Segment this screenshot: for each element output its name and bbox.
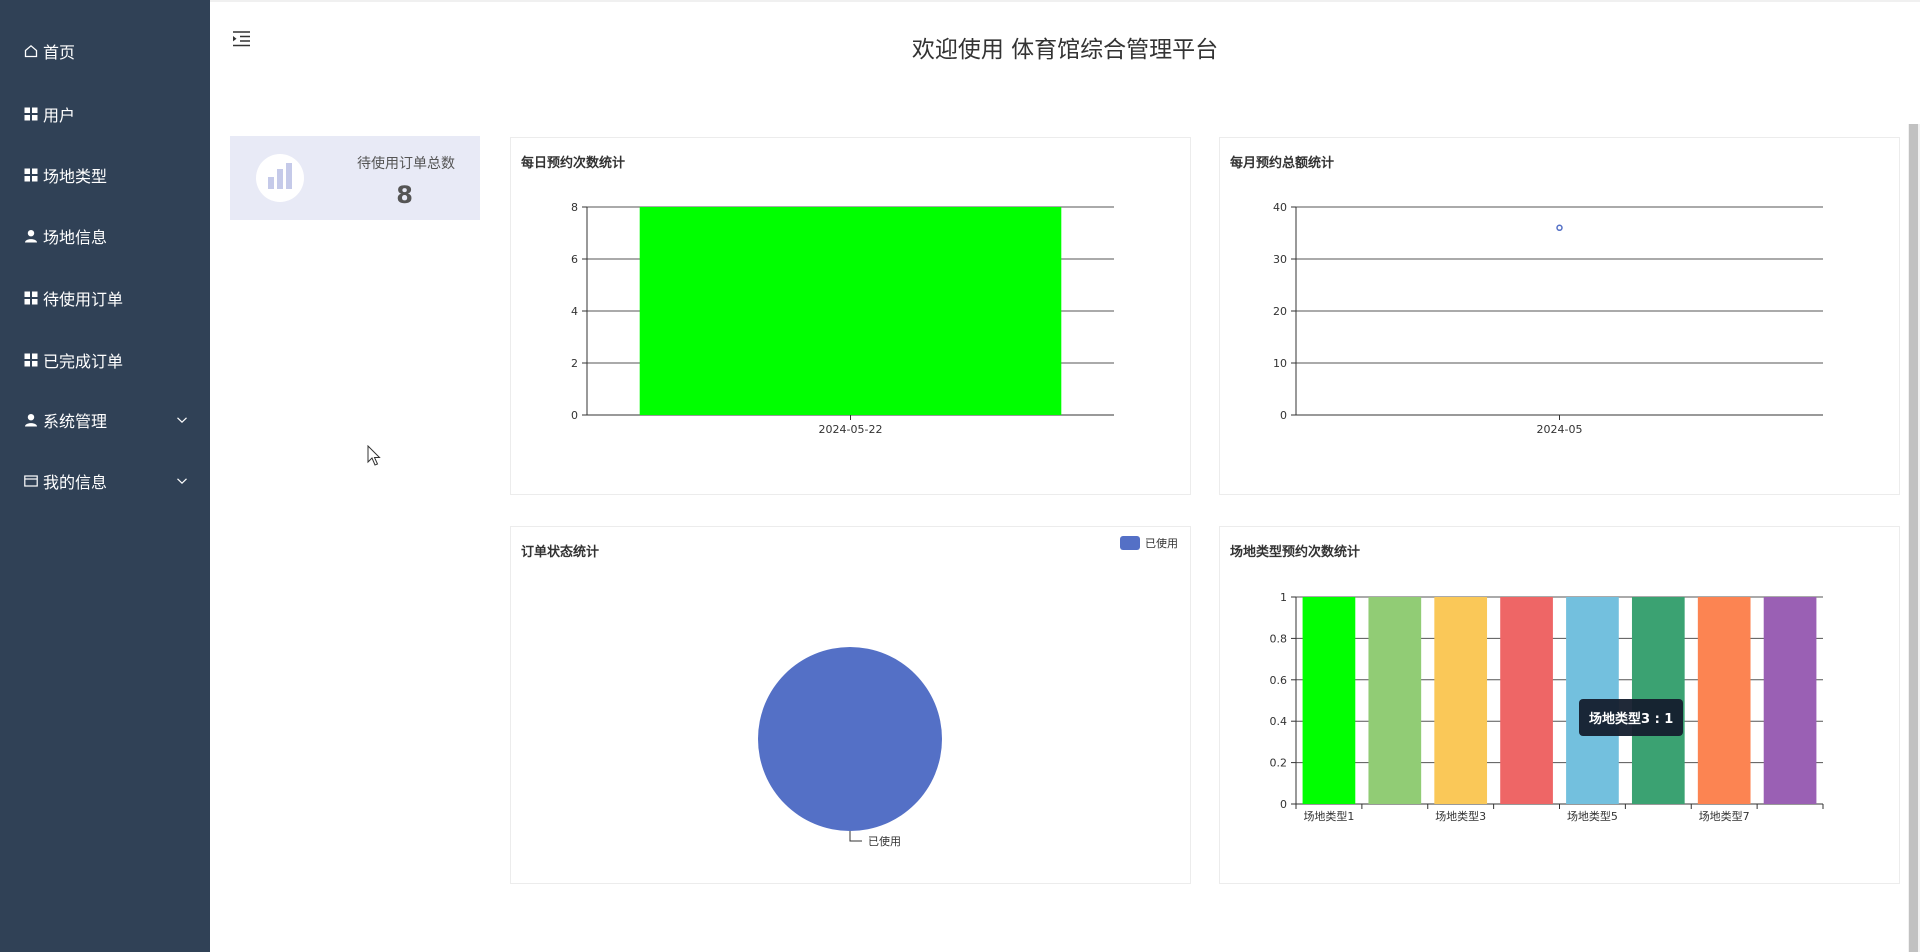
panel-venue-type-bookings: 场地类型预约次数统计 0 0.2 0.4 0.6 0.8 1 场地类型1 场地类型3 场地类型5… <box>1219 526 1900 884</box>
sidebar-item-venue-types[interactable]: 场地类型 <box>0 155 210 195</box>
stat-label: 待使用订单总数 <box>357 156 455 172</box>
sidebar-item-label: 待使用订单 <box>43 290 124 309</box>
panel-monthly-amount: 每月预约总额统计 0 10 20 30 40 2024-05 <box>1219 137 1900 495</box>
venue-type-bookings-chart: 0 0.2 0.4 0.6 0.8 1 场地类型1 场地类型3 场地类型5 场地类型7 <box>1270 591 1824 823</box>
y-tick-label: 10 <box>1273 357 1287 370</box>
x-tick-label: 2024-05-22 <box>819 423 883 436</box>
scrollbar-thumb[interactable] <box>1909 124 1918 952</box>
sidebar-item-completed-orders[interactable]: 已完成订单 <box>0 340 210 380</box>
y-tick-label: 0.6 <box>1270 674 1288 687</box>
x-tick-label: 场地类型7 <box>1699 809 1750 823</box>
y-tick-label: 0.4 <box>1270 715 1288 728</box>
legend-swatch <box>1120 536 1140 550</box>
grid-icon <box>24 107 38 121</box>
y-tick-label: 20 <box>1273 305 1287 318</box>
sidebar-item-label: 系统管理 <box>43 412 108 431</box>
sidebar-item-system-management[interactable]: 系统管理 <box>0 400 210 440</box>
sidebar: 首页 用户 场地类型 场地信息 待使用订单 已完成订单 系统管理 我的信息 <box>0 0 210 952</box>
sidebar-item-label: 场地信息 <box>43 228 108 247</box>
home-icon <box>24 44 38 58</box>
stat-value: 8 <box>396 181 413 209</box>
sidebar-item-label: 已完成订单 <box>43 352 124 371</box>
user-icon <box>24 229 38 243</box>
card-icon <box>24 474 38 488</box>
y-tick-label: 6 <box>571 253 578 266</box>
bar <box>1434 597 1488 804</box>
sidebar-item-label: 场地类型 <box>43 167 108 186</box>
sidebar-item-label: 首页 <box>43 43 76 62</box>
header-divider <box>210 0 1920 2</box>
y-tick-label: 0 <box>571 409 578 422</box>
sidebar-item-venue-info[interactable]: 场地信息 <box>0 216 210 256</box>
data-point <box>1556 224 1563 232</box>
sidebar-item-home[interactable]: 首页 <box>0 31 210 71</box>
bar <box>1697 597 1751 804</box>
y-tick-label: 40 <box>1273 201 1287 214</box>
y-tick-label: 8 <box>571 201 578 214</box>
daily-bookings-chart: 0 2 4 6 8 2024-05-22 <box>571 201 1114 436</box>
x-tick-label: 2024-05 <box>1537 423 1583 436</box>
x-tick-label: 场地类型5 <box>1567 809 1618 823</box>
grid-icon <box>24 353 38 367</box>
chart-tooltip: 场地类型3 : 1 <box>1579 699 1684 736</box>
sidebar-item-pending-orders[interactable]: 待使用订单 <box>0 278 210 318</box>
page-title: 欢迎使用 体育馆综合管理平台 <box>911 37 1219 63</box>
y-tick-label: 0.8 <box>1270 632 1288 645</box>
x-tick-label: 场地类型1 <box>1303 809 1354 823</box>
bar-chart-icon <box>256 154 304 202</box>
sidebar-item-label: 我的信息 <box>43 473 108 492</box>
panel-daily-bookings: 每日预约次数统计 0 2 4 6 8 2024-05-22 <box>510 137 1191 495</box>
chevron-down-icon <box>177 478 187 485</box>
y-tick-label: 0 <box>1280 798 1287 811</box>
bar <box>1302 597 1356 804</box>
bar <box>1500 597 1553 804</box>
stat-card-pending-orders: 待使用订单总数 8 <box>230 136 480 220</box>
mouse-cursor-icon <box>367 445 381 466</box>
sidebar-item-label: 用户 <box>43 106 76 125</box>
grid-icon <box>24 291 38 305</box>
order-status-chart: 已使用已使用 <box>758 536 1178 848</box>
x-tick-label: 场地类型3 <box>1435 809 1486 823</box>
chevron-down-icon <box>177 417 187 424</box>
pie-label: 已使用 <box>868 835 901 848</box>
y-tick-label: 0.2 <box>1270 757 1288 770</box>
bar <box>639 207 1062 415</box>
y-tick-label: 30 <box>1273 253 1287 266</box>
y-tick-label: 2 <box>571 357 578 370</box>
grid-icon <box>24 168 38 182</box>
bar <box>1763 597 1817 804</box>
pie-label-line <box>849 831 862 842</box>
y-tick-label: 4 <box>571 305 578 318</box>
user-icon <box>24 413 38 427</box>
sidebar-item-my-info[interactable]: 我的信息 <box>0 461 210 501</box>
legend-label: 已使用 <box>1145 537 1178 550</box>
pie-slice <box>758 647 942 831</box>
y-tick-label: 0 <box>1280 409 1287 422</box>
y-tick-label: 1 <box>1280 591 1287 604</box>
bar <box>1368 597 1422 804</box>
panel-order-status: 订单状态统计 已使用 已使用 <box>510 526 1191 884</box>
sidebar-item-users[interactable]: 用户 <box>0 94 210 134</box>
monthly-amount-chart: 0 10 20 30 40 2024-05 <box>1273 201 1823 436</box>
